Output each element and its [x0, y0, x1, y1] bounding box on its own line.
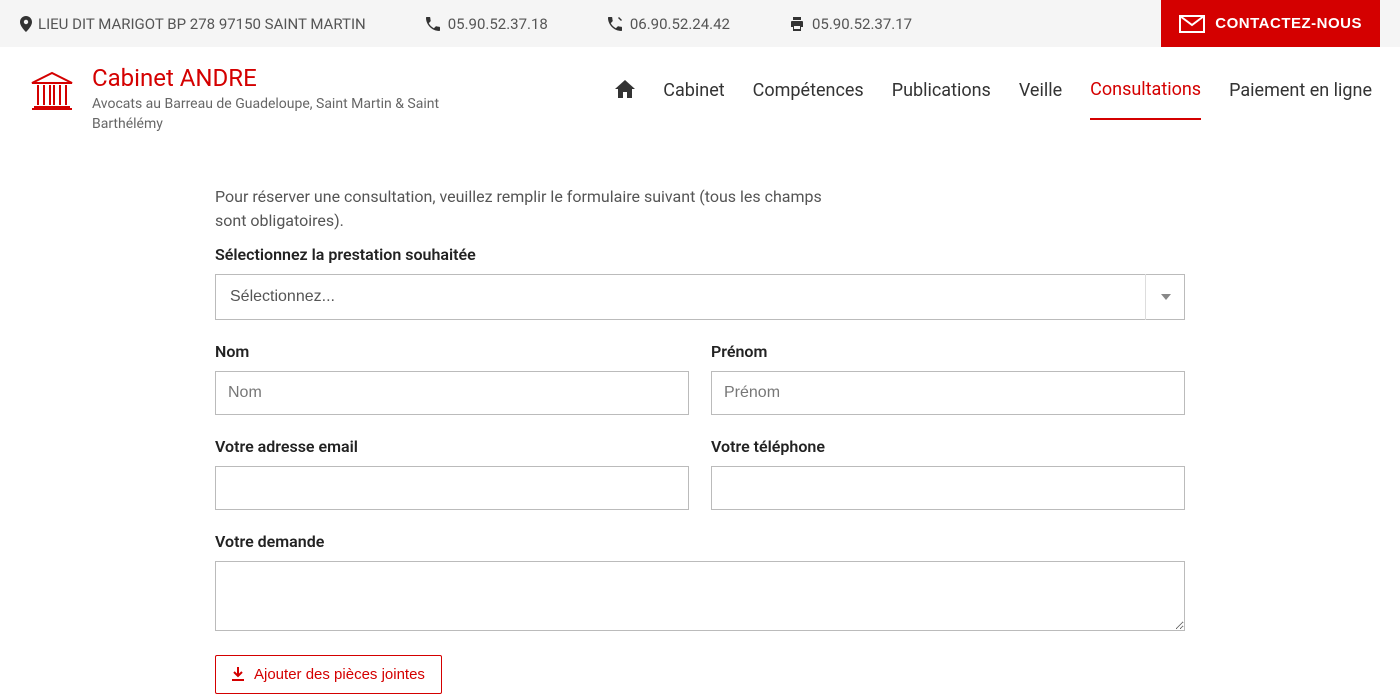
prenom-input[interactable]: [711, 371, 1185, 415]
brand-block[interactable]: Cabinet ANDRE Avocats au Barreau de Guad…: [28, 65, 448, 135]
brand-subtitle: Avocats au Barreau de Guadeloupe, Saint …: [92, 95, 448, 134]
form-intro-text: Pour réserver une consultation, veuillez…: [215, 185, 855, 233]
nav-veille[interactable]: Veille: [1019, 80, 1062, 119]
fax-icon: [790, 17, 804, 31]
prestation-select-wrapper: Sélectionnez...: [215, 274, 1185, 320]
location-pin-icon: [20, 16, 32, 32]
prestation-label: Sélectionnez la prestation souhaitée: [215, 245, 1185, 264]
fax-block: 05.90.52.37.17: [790, 15, 912, 33]
address-block: LIEU DIT MARIGOT BP 278 97150 SAINT MART…: [20, 15, 366, 33]
home-icon: [615, 80, 635, 98]
download-icon: [232, 667, 244, 681]
demande-label: Votre demande: [215, 532, 1185, 551]
prenom-label: Prénom: [711, 342, 1185, 361]
add-attachment-label: Ajouter des pièces jointes: [254, 666, 425, 683]
telephone-label: Votre téléphone: [711, 437, 1185, 456]
site-header: Cabinet ANDRE Avocats au Barreau de Guad…: [0, 47, 1400, 135]
demande-textarea[interactable]: [215, 561, 1185, 631]
nav-cabinet[interactable]: Cabinet: [663, 80, 724, 119]
consultation-form-section: Pour réserver une consultation, veuillez…: [195, 185, 1205, 694]
contact-us-label: CONTACTEZ-NOUS: [1215, 15, 1362, 32]
mobile-phone-icon: [608, 17, 622, 31]
add-attachment-button[interactable]: Ajouter des pièces jointes: [215, 655, 442, 694]
nav-paiement[interactable]: Paiement en ligne: [1229, 80, 1372, 119]
phone-1-text: 05.90.52.37.18: [448, 15, 548, 33]
envelope-icon: [1179, 15, 1205, 33]
address-text: LIEU DIT MARIGOT BP 278 97150 SAINT MART…: [38, 15, 366, 33]
top-info-bar: LIEU DIT MARIGOT BP 278 97150 SAINT MART…: [0, 0, 1400, 47]
nav-home[interactable]: [615, 80, 635, 120]
courthouse-logo-icon: [28, 71, 76, 111]
nav-competences[interactable]: Compétences: [753, 80, 864, 119]
nom-input[interactable]: [215, 371, 689, 415]
prestation-select[interactable]: Sélectionnez...: [215, 274, 1185, 320]
nav-publications[interactable]: Publications: [892, 80, 991, 119]
fax-text: 05.90.52.37.17: [812, 15, 912, 33]
main-navigation: Cabinet Compétences Publications Veille …: [615, 65, 1372, 120]
contact-us-button[interactable]: CONTACTEZ-NOUS: [1161, 0, 1380, 47]
nom-label: Nom: [215, 342, 689, 361]
telephone-input[interactable]: [711, 466, 1185, 510]
phone-2-block: 06.90.52.24.42: [608, 15, 730, 33]
phone-icon: [426, 17, 440, 31]
phone-1-block: 05.90.52.37.18: [426, 15, 548, 33]
nav-consultations[interactable]: Consultations: [1090, 79, 1201, 120]
email-input[interactable]: [215, 466, 689, 510]
email-label: Votre adresse email: [215, 437, 689, 456]
brand-name: Cabinet ANDRE: [92, 65, 448, 91]
phone-2-text: 06.90.52.24.42: [630, 15, 730, 33]
